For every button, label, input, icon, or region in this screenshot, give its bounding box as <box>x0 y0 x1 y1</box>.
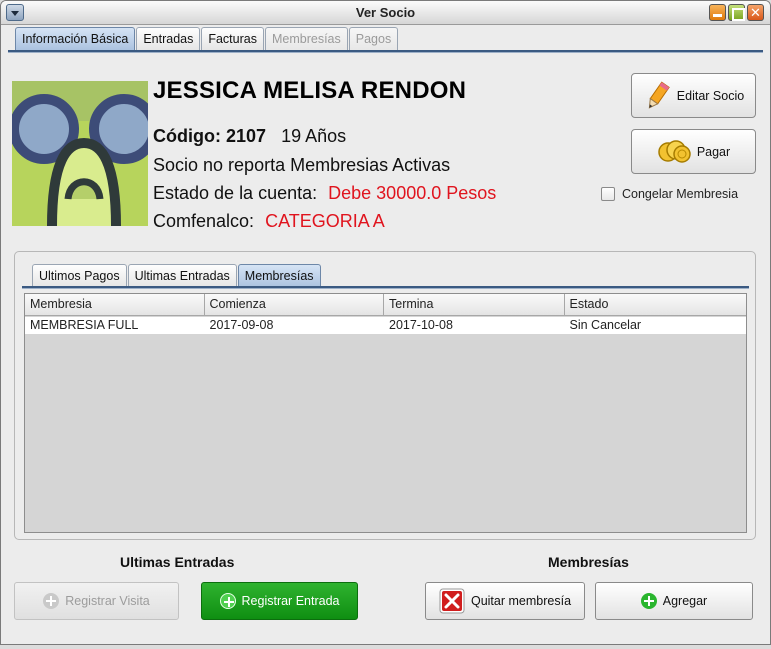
cell-membresia: MEMBRESIA FULL <box>30 318 139 332</box>
edit-member-button[interactable]: Editar Socio <box>631 73 756 118</box>
register-entry-label: Registrar Entrada <box>241 594 340 608</box>
member-photo <box>12 81 148 226</box>
tab-membresias: Membresías <box>264 27 348 51</box>
member-age: 19 Años <box>281 126 347 146</box>
table-header: Membresia Comienza Termina Estado <box>25 294 746 316</box>
register-visit-label: Registrar Visita <box>65 594 150 608</box>
tab-facturas[interactable]: Facturas <box>201 27 264 51</box>
code-value: 2107 <box>226 126 267 146</box>
minimize-button[interactable] <box>709 4 726 21</box>
pay-label: Pagar <box>696 144 731 159</box>
code-label: Código: <box>153 126 221 146</box>
cell-estado: Sin Cancelar <box>569 318 642 332</box>
cell-comienza: 2017-09-08 <box>209 318 274 332</box>
member-code-line: Código: 2107 19 Años <box>153 126 346 147</box>
tab-ultimas-entradas[interactable]: Ultimas Entradas <box>127 264 237 288</box>
register-visit-button: Registrar Visita <box>14 582 179 620</box>
close-button[interactable]: ✕ <box>747 4 764 21</box>
comfenalco-label: Comfenalco: <box>153 211 255 231</box>
membership-status: Socio no reporta Membresias Activas <box>153 155 451 175</box>
column-header-estado[interactable]: Estado <box>565 294 747 316</box>
entradas-heading: Ultimas Entradas <box>120 554 235 570</box>
membresias-heading: Membresías <box>548 554 629 570</box>
account-value: Debe 30000.0 Pesos <box>328 183 497 203</box>
plus-circle-icon <box>640 593 657 609</box>
tab-informacion-basica[interactable]: Información Básica <box>15 27 136 51</box>
add-membership-label: Agregar <box>662 594 708 608</box>
window-title: Ver Socio <box>355 5 416 20</box>
ver-socio-window: Ver Socio ✕ Información Básica Entradas … <box>0 0 771 645</box>
remove-membership-button[interactable]: Quitar membresía <box>425 582 585 620</box>
pencil-icon <box>643 80 671 112</box>
cell-termina: 2017-10-08 <box>389 318 453 332</box>
remove-membership-label: Quitar membresía <box>470 594 572 608</box>
checkbox-box[interactable] <box>601 187 615 201</box>
tab-membresias-history[interactable]: Membresías <box>237 264 321 288</box>
maximize-button[interactable] <box>728 4 745 21</box>
memberships-table: Membresia Comienza Termina Estado MEMBRE… <box>24 293 747 533</box>
column-header-termina[interactable]: Termina <box>384 294 565 316</box>
column-header-comienza[interactable]: Comienza <box>205 294 384 316</box>
comfenalco-line: Comfenalco: CATEGORIA A <box>153 211 385 232</box>
pay-button[interactable]: Pagar <box>631 129 756 174</box>
coins-icon <box>657 139 691 165</box>
plus-circle-icon <box>219 593 236 609</box>
tab-entradas[interactable]: Entradas <box>136 27 201 51</box>
main-tab-bar: Información Básica Entradas Facturas Mem… <box>15 27 399 51</box>
column-header-membresia[interactable]: Membresia <box>25 294 205 316</box>
account-label: Estado de la cuenta: <box>153 183 318 203</box>
comfenalco-value: CATEGORIA A <box>265 211 385 231</box>
plus-circle-icon <box>43 593 60 609</box>
tab-ultimos-pagos[interactable]: Ultimos Pagos <box>32 264 127 288</box>
red-x-icon <box>439 588 465 614</box>
tab-separator <box>8 50 763 53</box>
freeze-membership-label: Congelar Membresia <box>622 187 739 201</box>
member-name: JESSICA MELISA RENDON <box>153 77 467 104</box>
freeze-membership-checkbox[interactable]: Congelar Membresia <box>601 187 738 201</box>
add-membership-button[interactable]: Agregar <box>595 582 753 620</box>
edit-member-label: Editar Socio <box>676 88 745 103</box>
history-tab-separator <box>22 286 749 289</box>
register-entry-button[interactable]: Registrar Entrada <box>201 582 358 620</box>
table-row[interactable]: MEMBRESIA FULL 2017-09-08 2017-10-08 Sin… <box>25 317 746 334</box>
history-tab-bar: Ultimos Pagos Ultimas Entradas Membresía… <box>32 264 322 288</box>
account-status-line: Estado de la cuenta: Debe 30000.0 Pesos <box>153 183 496 204</box>
tab-pagos: Pagos <box>348 27 399 51</box>
title-bar: Ver Socio ✕ <box>1 1 770 25</box>
